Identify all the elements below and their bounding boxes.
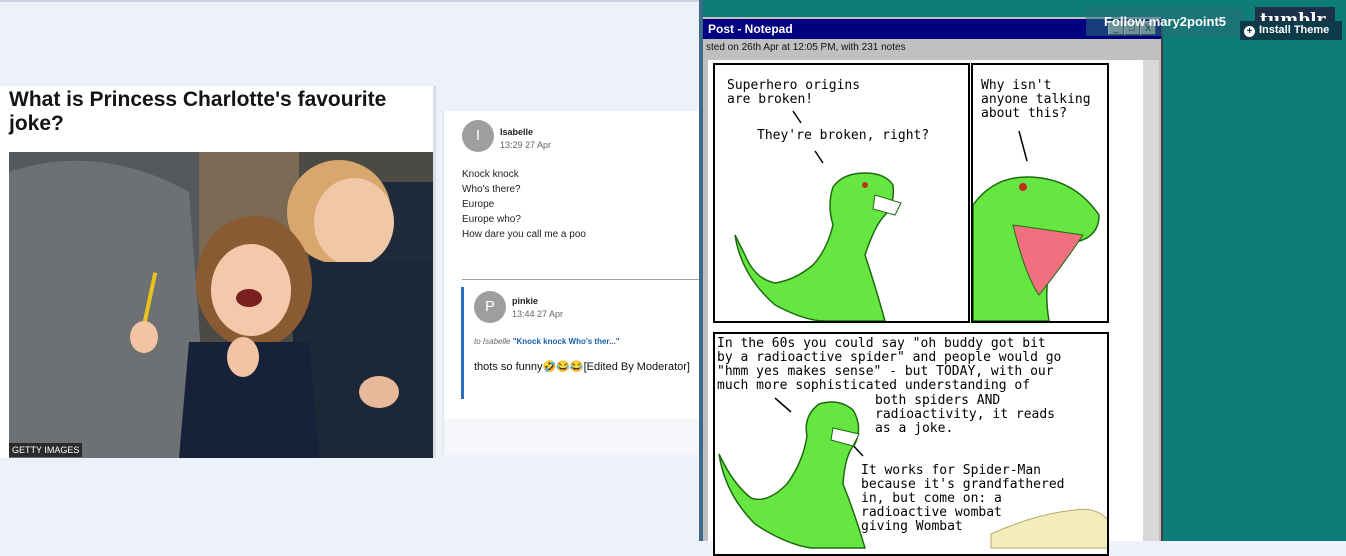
comment-author[interactable]: Isabelle xyxy=(500,127,533,137)
comment-line: Who's there? xyxy=(462,184,521,195)
comment-divider xyxy=(462,279,700,280)
vertical-scrollbar[interactable] xyxy=(1143,60,1159,541)
comment-author[interactable]: pinkie xyxy=(512,296,538,306)
install-theme-button[interactable]: + Install Theme xyxy=(1240,21,1342,40)
comment-body: thots so funny🤣😂😂[Edited By Moderator] xyxy=(474,361,690,373)
comment-line: How dare you call me a poo xyxy=(462,229,586,240)
follow-button[interactable]: Follow mary2point5 xyxy=(1086,7,1244,36)
reply-reference[interactable]: to Isabelle "Knock knock Who's ther..." xyxy=(474,337,620,346)
reply-to-quote[interactable]: "Knock knock Who's ther..." xyxy=(513,337,620,346)
comment-timestamp: 13:29 27 Apr xyxy=(500,140,552,150)
avatar: P xyxy=(474,291,506,323)
photo-illustration xyxy=(9,152,434,458)
comment-timestamp: 13:44 27 Apr xyxy=(512,309,564,319)
comments-footer xyxy=(443,419,701,455)
dinosaur-illustration xyxy=(734,110,902,321)
photo-credit: GETTY IMAGES xyxy=(9,443,83,457)
plus-circle-icon: + xyxy=(1244,26,1255,37)
notepad-title: Post - Notepad xyxy=(708,22,793,36)
comment-line: Knock knock xyxy=(462,169,519,180)
column-divider xyxy=(433,86,436,458)
notepad-window: Post - Notepad _ □ X sted on 26th Apr at… xyxy=(703,17,1163,556)
comment-line: Europe who? xyxy=(462,214,521,225)
avatar: I xyxy=(462,120,494,152)
top-border xyxy=(0,0,700,2)
comment-body: Knock knock Who's there? Europe Europe w… xyxy=(462,167,586,242)
article-photo xyxy=(9,152,434,458)
article-card: What is Princess Charlotte's favourite j… xyxy=(0,86,434,458)
comic-panel-3: In the 60s you could say "oh buddy got b… xyxy=(713,332,1109,556)
comment-line: Europe xyxy=(462,199,495,210)
article-headline: What is Princess Charlotte's favourite j… xyxy=(9,88,387,135)
install-theme-label: Install Theme xyxy=(1259,24,1330,36)
comic-panel-2: Why isn't anyone talking about this? xyxy=(971,63,1109,323)
post-meta: sted on 26th Apr at 12:05 PM, with 231 n… xyxy=(706,42,906,53)
comic-panel-1: Superhero origins are broken! They're br… xyxy=(713,63,970,323)
dinosaur-illustration xyxy=(973,130,1100,321)
notepad-content: Superhero origins are broken! They're br… xyxy=(708,60,1159,556)
reply-indicator xyxy=(461,287,464,399)
reply-to-label: to Isabelle xyxy=(474,337,511,346)
dinosaur-illustration xyxy=(718,397,1107,549)
